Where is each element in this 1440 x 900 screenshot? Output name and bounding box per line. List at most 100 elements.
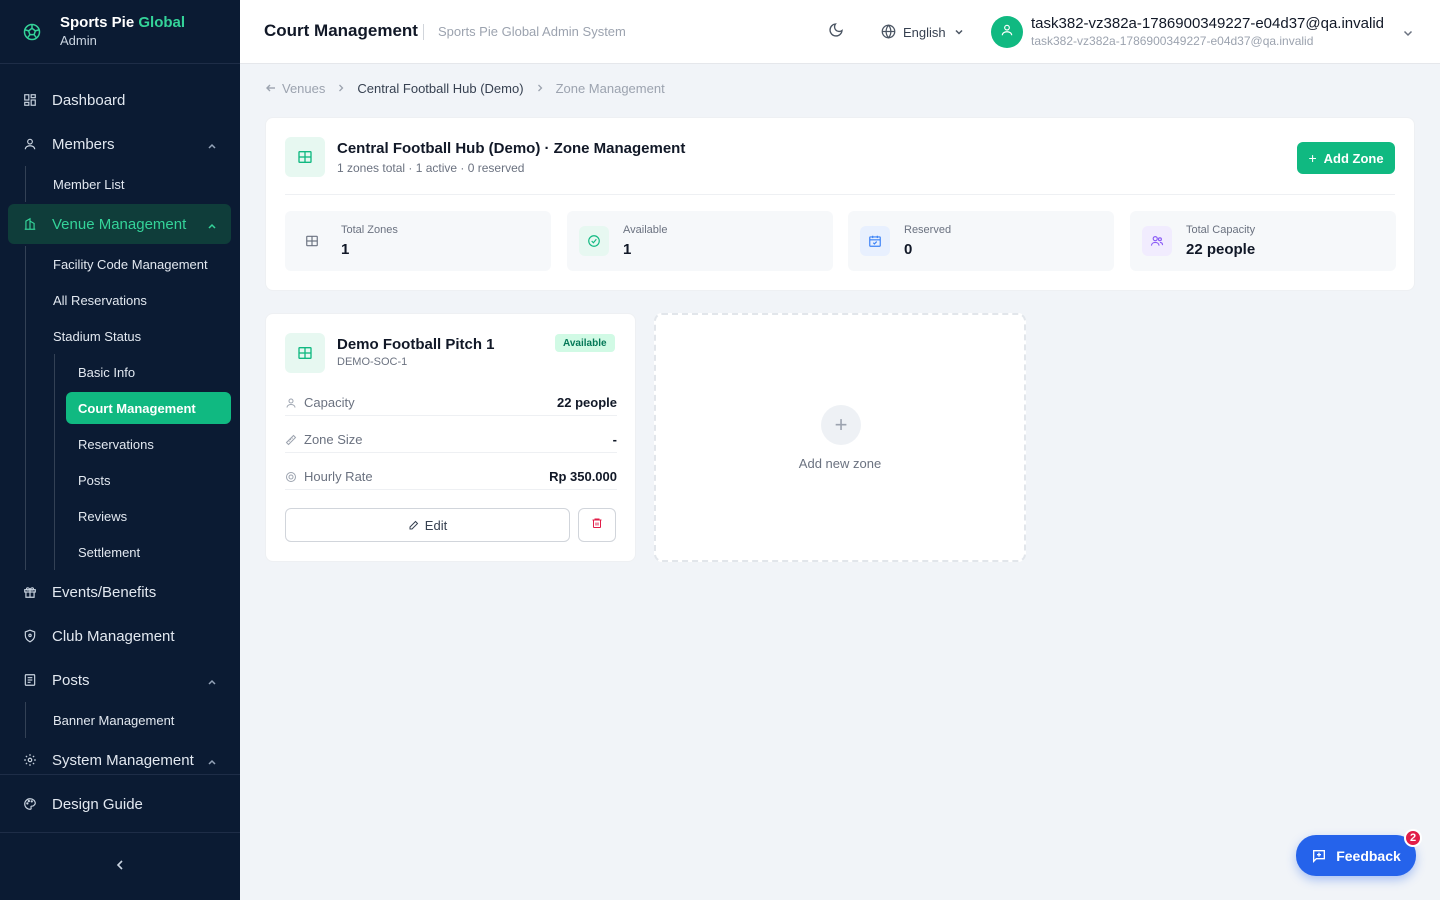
sidebar-item-design-guide[interactable]: Design Guide	[8, 784, 231, 824]
zone-code: DEMO-SOC-1	[337, 356, 408, 368]
sidebar-item-settlement[interactable]: Settlement	[66, 536, 231, 568]
stat-value: 0	[904, 241, 913, 258]
summary-subtitle: 1 zones total · 1 active · 0 reserved	[337, 161, 525, 175]
tree-line	[25, 166, 26, 202]
feedback-button[interactable]: Feedback	[1296, 835, 1416, 876]
breadcrumb-venues[interactable]: Venues	[265, 81, 325, 96]
feedback-label: Feedback	[1336, 847, 1401, 864]
globe-icon	[881, 24, 897, 40]
sidebar-item-label: Dashboard	[52, 91, 126, 109]
sidebar-item-stadium-status[interactable]: Stadium Status	[53, 320, 141, 352]
brand: Sports Pie Global Admin	[0, 0, 240, 64]
zone-rate-row: Hourly Rate Rp 350.000	[285, 464, 617, 490]
sidebar-item-events-benefits[interactable]: Events/Benefits	[8, 572, 231, 612]
edit-zone-button[interactable]: Edit	[285, 508, 570, 542]
page-subtitle: Sports Pie Global Admin System	[438, 24, 626, 39]
status-badge: Available	[555, 334, 615, 352]
stat-value: 22 people	[1186, 241, 1256, 258]
zone-name: Demo Football Pitch 1	[337, 336, 495, 353]
language-selector[interactable]: English	[881, 22, 964, 42]
grid-icon	[285, 137, 325, 177]
user-icon	[285, 397, 297, 409]
sidebar-item-venue-management[interactable]: Venue Management	[8, 204, 231, 244]
user-icon	[1000, 23, 1014, 42]
sidebar-item-court-management[interactable]: Court Management	[66, 392, 231, 424]
theme-toggle-button[interactable]	[826, 22, 846, 42]
sidebar-item-dashboard[interactable]: Dashboard	[8, 80, 231, 120]
sidebar-item-members[interactable]: Members	[8, 124, 231, 164]
top-header: Court Management Sports Pie Global Admin…	[240, 0, 1440, 64]
collapse-sidebar-button[interactable]	[0, 832, 240, 900]
chevron-down-icon	[954, 27, 964, 37]
divider	[285, 194, 1395, 195]
sidebar-item-label: Venue Management	[52, 215, 187, 233]
summary-title: Central Football Hub (Demo) · Zone Manag…	[337, 140, 686, 157]
chevron-up-icon	[207, 138, 217, 149]
user-email: task382-vz382a-1786900349227-e04d37@qa.i…	[1031, 34, 1314, 48]
sidebar-item-system-management[interactable]: System Management	[8, 740, 231, 774]
feedback-count-badge: 2	[1404, 829, 1422, 847]
check-circle-icon	[579, 226, 609, 256]
sidebar-item-facility-code-management[interactable]: Facility Code Management	[53, 248, 208, 280]
add-zone-button[interactable]: + Add Zone	[1297, 142, 1395, 174]
zone-capacity-row: Capacity 22 people	[285, 390, 617, 416]
sidebar-item-basic-info[interactable]: Basic Info	[66, 356, 231, 388]
rate-label: Hourly Rate	[304, 469, 373, 484]
sidebar-item-member-list[interactable]: Member List	[53, 168, 125, 200]
avatar[interactable]	[991, 16, 1023, 48]
message-plus-icon	[1311, 848, 1327, 864]
brand-role: Admin	[60, 33, 97, 49]
sidebar-item-posts-sub[interactable]: Posts	[66, 464, 231, 496]
breadcrumb-venue[interactable]: Central Football Hub (Demo)	[357, 81, 523, 96]
sidebar-item-posts[interactable]: Posts	[8, 660, 231, 700]
sidebar-item-banner-management[interactable]: Banner Management	[53, 704, 174, 736]
sidebar-item-label: Design Guide	[52, 795, 143, 813]
tree-line	[25, 246, 26, 570]
user-menu-chevron-down-icon[interactable]	[1402, 27, 1414, 39]
sidebar: Sports Pie Global Admin Dashboard Member…	[0, 0, 240, 900]
coin-icon	[285, 471, 297, 483]
sidebar-item-reservations[interactable]: Reservations	[66, 428, 231, 460]
gift-icon	[22, 584, 38, 600]
stat-reserved: Reserved 0	[848, 211, 1114, 271]
tree-line	[25, 702, 26, 738]
stat-label: Total Zones	[341, 224, 398, 236]
sidebar-item-label: Club Management	[52, 627, 175, 645]
chevron-up-icon	[207, 754, 217, 765]
stat-total-capacity: Total Capacity 22 people	[1130, 211, 1396, 271]
arrow-left-icon	[265, 82, 277, 94]
language-label: English	[903, 24, 946, 40]
users-icon	[1142, 226, 1172, 256]
breadcrumb: Venues Central Football Hub (Demo) Zone …	[265, 80, 665, 96]
add-new-zone-card[interactable]: + Add new zone	[654, 313, 1026, 562]
stat-available: Available 1	[567, 211, 833, 271]
sidebar-nav: Dashboard Members Member List Venue Mana…	[0, 64, 240, 774]
add-new-zone-label: Add new zone	[798, 456, 882, 471]
chevron-left-icon	[115, 858, 125, 876]
sidebar-item-all-reservations[interactable]: All Reservations	[53, 284, 147, 316]
stat-label: Reserved	[904, 224, 952, 236]
sidebar-item-reviews[interactable]: Reviews	[66, 500, 231, 532]
palette-icon	[22, 796, 38, 812]
ruler-icon	[285, 434, 297, 446]
plus-icon: +	[821, 405, 861, 445]
soccer-ball-icon	[22, 22, 42, 42]
capacity-value: 22 people	[557, 395, 617, 410]
grid-icon	[297, 226, 327, 256]
pencil-icon	[408, 519, 420, 531]
delete-zone-button[interactable]	[578, 508, 616, 542]
zone-card: Demo Football Pitch 1 DEMO-SOC-1 Availab…	[265, 313, 636, 562]
plus-icon: +	[1308, 150, 1317, 166]
chevron-right-icon	[536, 84, 544, 92]
sidebar-item-club-management[interactable]: Club Management	[8, 616, 231, 656]
capacity-label: Capacity	[304, 395, 355, 410]
shield-icon	[22, 628, 38, 644]
size-value: -	[612, 432, 617, 447]
chevron-right-icon	[337, 84, 345, 92]
title-divider	[423, 24, 424, 40]
zone-summary-card: Central Football Hub (Demo) · Zone Manag…	[265, 117, 1415, 291]
tree-line	[54, 354, 55, 570]
chevron-up-icon	[207, 218, 217, 229]
moon-icon	[828, 22, 844, 43]
stat-label: Total Capacity	[1186, 224, 1256, 236]
